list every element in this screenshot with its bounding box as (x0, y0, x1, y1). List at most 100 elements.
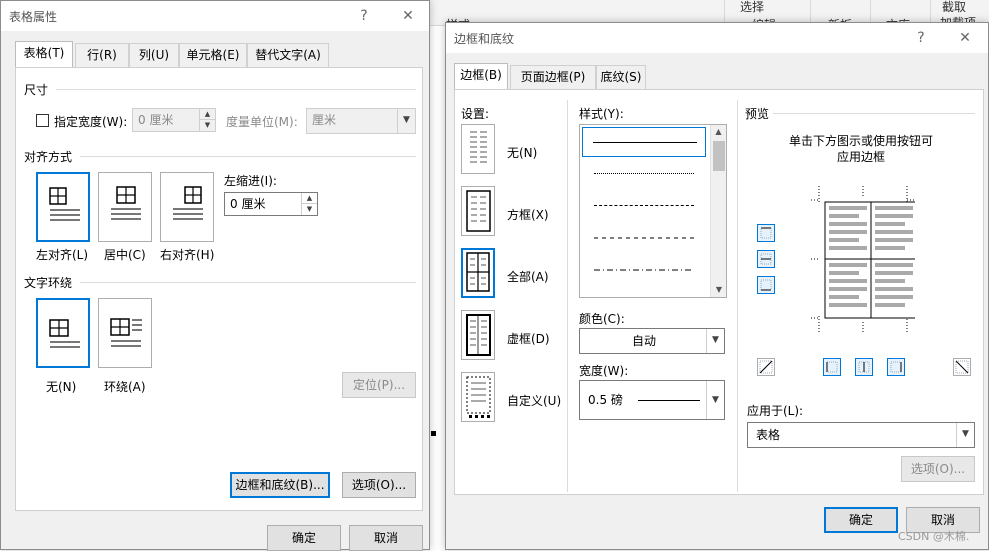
wrap-around-icon (110, 318, 142, 347)
wrap-none-label: 无(N) (46, 380, 77, 394)
wrap-around-option[interactable] (98, 298, 152, 368)
tab-borders[interactable]: 边框(B) (454, 63, 508, 89)
setting-box-option[interactable] (461, 186, 495, 236)
align-right-option[interactable] (160, 172, 214, 242)
setting-grid-option[interactable] (461, 310, 495, 360)
divider (567, 100, 568, 492)
divider (80, 156, 416, 157)
bottom-border-icon (760, 279, 772, 291)
align-left-icon (49, 187, 80, 221)
align-left-option[interactable] (36, 172, 90, 242)
right-border-button[interactable] (887, 358, 905, 376)
style-option-small-dash[interactable] (582, 191, 706, 221)
options-button[interactable]: 选项(O)... (901, 456, 975, 482)
top-border-icon (760, 227, 772, 239)
position-button[interactable]: 定位(P)... (342, 372, 416, 398)
wrap-section-title: 文字环绕 (24, 276, 73, 290)
tab-row-props[interactable]: 行(R) (75, 43, 129, 67)
chevron-down-icon[interactable]: ▼ (956, 423, 974, 447)
options-button[interactable]: 选项(O)... (342, 472, 416, 498)
width-spinner[interactable]: ▲ ▼ (199, 109, 215, 131)
apply-to-label: 应用于(L): (747, 404, 804, 418)
tab-table[interactable]: 表格(T) (15, 41, 73, 67)
unit-select[interactable]: 厘米 ▼ (306, 108, 416, 134)
line-width-select[interactable]: 0.5 磅 ▼ (579, 380, 725, 420)
width-input[interactable]: 0 厘米 ▲ ▼ (132, 108, 216, 132)
width-label: 宽度(W): (579, 364, 629, 378)
align-center-option[interactable] (98, 172, 152, 242)
preview-area[interactable] (811, 186, 918, 332)
scroll-down-icon[interactable]: ▼ (711, 283, 727, 297)
tab-page-border[interactable]: 页面边框(P) (510, 65, 596, 89)
specify-width-label: 指定宽度(W): (54, 115, 128, 129)
dialog-title: 表格属性 (9, 10, 58, 24)
align-section-title: 对齐方式 (24, 150, 73, 164)
inside-vertical-border-button[interactable] (855, 358, 873, 376)
specify-width-checkbox[interactable] (36, 114, 49, 127)
indent-input[interactable]: 0 厘米 ▲ ▼ (224, 192, 318, 216)
close-icon[interactable]: ✕ (952, 27, 978, 49)
style-list-scrollbar[interactable]: ▲ ▼ (710, 125, 726, 297)
table-tab-pane: 尺寸 指定宽度(W): 0 厘米 ▲▼ 度量单位(M): 厘米 ▼ 对齐方式 (15, 67, 423, 511)
diagonal-down-border-button[interactable] (757, 358, 775, 376)
preview-table-graphic (811, 186, 918, 332)
style-option-solid[interactable] (582, 127, 706, 157)
unit-label: 度量单位(M): (226, 115, 298, 129)
indent-input-value: 0 厘米 (230, 197, 266, 211)
tab-cell[interactable]: 单元格(E) (179, 43, 247, 67)
help-button[interactable]: ? (908, 27, 934, 49)
top-border-button[interactable] (757, 224, 775, 242)
tab-shading[interactable]: 底纹(S) (596, 65, 646, 89)
tab-alt-text[interactable]: 替代文字(A) (247, 43, 329, 67)
ok-button[interactable]: 确定 (267, 525, 341, 551)
help-button[interactable]: ? (351, 5, 377, 27)
wrap-none-option[interactable] (36, 298, 90, 368)
style-option-dash-dot[interactable] (582, 255, 706, 285)
borders-shading-button[interactable]: 边框和底纹(B)... (230, 472, 330, 498)
spin-down-icon[interactable]: ▼ (200, 120, 215, 131)
setting-none-option[interactable] (461, 124, 495, 174)
setting-all-option[interactable] (461, 248, 495, 298)
ribbon-select[interactable]: 选择 (740, 0, 764, 15)
left-border-button[interactable] (823, 358, 841, 376)
color-select[interactable]: 自动 ▼ (579, 328, 725, 354)
divider (56, 89, 416, 90)
style-list[interactable]: ▲ ▼ (579, 124, 727, 298)
diagonal-up-border-button[interactable] (953, 358, 971, 376)
scroll-thumb[interactable] (713, 141, 725, 171)
apply-to-value: 表格 (756, 428, 781, 442)
inside-horizontal-border-icon (760, 253, 772, 265)
inside-horizontal-border-button[interactable] (757, 250, 775, 268)
style-option-dotted[interactable] (582, 159, 706, 189)
borders-tab-pane: 设置: 无(N) 方框(X) 全部(A) 虚框(D) 自定义(U) 样式(Y):… (454, 89, 984, 495)
bottom-border-button[interactable] (757, 276, 775, 294)
style-option-dash[interactable] (582, 223, 706, 253)
chevron-down-icon[interactable]: ▼ (706, 381, 724, 419)
line-width-sample (638, 400, 700, 401)
setting-none-label: 无(N) (507, 146, 538, 160)
spin-up-icon[interactable]: ▲ (302, 193, 317, 204)
spin-up-icon[interactable]: ▲ (200, 109, 215, 120)
align-center-icon (111, 186, 141, 220)
cancel-button[interactable]: 取消 (349, 525, 423, 551)
wrap-none-icon (49, 319, 80, 348)
chevron-down-icon[interactable]: ▼ (706, 329, 724, 353)
scroll-up-icon[interactable]: ▲ (711, 125, 726, 139)
indent-spinner[interactable]: ▲ ▼ (301, 193, 317, 215)
apply-to-select[interactable]: 表格 ▼ (747, 422, 975, 448)
ok-button[interactable]: 确定 (824, 507, 898, 533)
style-label: 样式(Y): (579, 107, 624, 121)
setting-none-icon (470, 131, 487, 163)
tab-column[interactable]: 列(U) (129, 43, 179, 67)
spin-down-icon[interactable]: ▼ (302, 204, 317, 215)
tab-row: 表格(T) 行(R) 列(U) 单元格(E) 替代文字(A) (15, 41, 415, 67)
chevron-down-icon[interactable]: ▼ (397, 109, 415, 133)
width-input-value: 0 厘米 (138, 113, 174, 127)
align-left-label: 左对齐(L) (36, 248, 89, 262)
tab-row: 边框(B) 页面边框(P) 底纹(S) (454, 63, 974, 89)
setting-all-icon (466, 252, 490, 292)
diagonal-down-icon (759, 360, 773, 374)
close-icon[interactable]: ✕ (395, 5, 421, 27)
preview-label: 预览 (745, 107, 770, 121)
setting-custom-option[interactable] (461, 372, 495, 422)
